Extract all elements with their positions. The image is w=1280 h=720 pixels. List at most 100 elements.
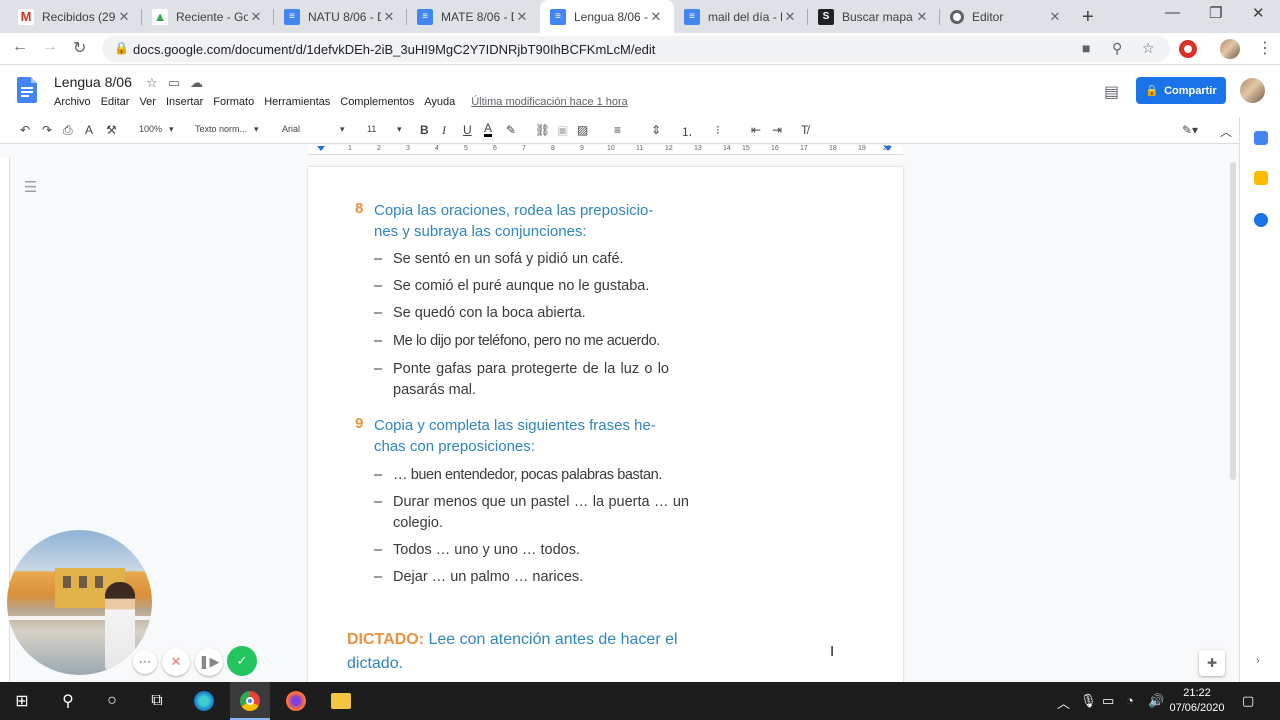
chevron-up-icon[interactable]: ︿ [1057,693,1070,712]
print-icon[interactable]: ⎙ [63,123,73,138]
tab-mate[interactable]: ≡ MATE 8/06 - D ✕ [407,0,540,33]
last-edit-link[interactable]: Última modificación hace 1 hora [471,96,628,108]
zoom-icon[interactable]: ⚲ [1112,40,1122,57]
style-select[interactable]: Texto norm... [195,124,247,134]
menu-complementos[interactable]: Complementos [340,96,414,108]
right-indent-marker[interactable] [884,146,892,151]
camera-icon[interactable]: ■ [1082,40,1090,56]
align-icon[interactable]: ≡ [614,123,621,137]
close-icon[interactable]: ✕ [116,9,132,25]
bookmark-star-icon[interactable]: ☆ [1142,40,1155,57]
close-icon[interactable]: ✕ [648,9,664,25]
account-avatar[interactable] [1240,78,1265,103]
close-icon[interactable]: ✕ [1047,9,1063,25]
italic-icon[interactable]: I [442,123,446,138]
text-color-icon[interactable]: A [484,122,493,137]
redo-icon[interactable]: ↷ [42,123,52,137]
close-icon[interactable]: ✕ [782,9,798,25]
undo-icon[interactable]: ↶ [20,123,30,137]
highlight-icon[interactable]: ✎ [506,123,516,137]
calendar-icon[interactable] [1254,131,1268,145]
finish-recording-icon[interactable]: ✓ [227,646,257,676]
system-clock[interactable]: 21:22 07/06/2020 [1166,686,1228,716]
menu-editar[interactable]: Editar [101,96,130,108]
keep-icon[interactable] [1254,171,1268,185]
cancel-recording-icon[interactable]: ✕ [162,648,190,676]
battery-icon[interactable]: ▭ [1102,693,1114,709]
back-icon[interactable]: ← [12,38,28,56]
tasks-icon[interactable] [1254,213,1268,227]
numbered-list-icon[interactable]: ⒈ [681,123,693,140]
notifications-icon[interactable]: ▢ [1242,693,1254,709]
wifi-icon[interactable]: ◔ [1126,693,1134,708]
scrollbar-thumb[interactable] [1230,162,1236,480]
star-icon[interactable]: ☆ [146,75,158,91]
edge-icon[interactable] [194,691,214,711]
forward-icon[interactable]: → [42,38,58,56]
share-button[interactable]: 🔒 Compartir [1136,77,1226,104]
docs-logo-icon[interactable] [17,77,37,103]
volume-icon[interactable]: 🔊 [1148,693,1164,709]
tab-buscar-mapa[interactable]: S Buscar mapa | ✕ [808,0,940,33]
pause-icon[interactable]: ❚▶ [195,648,223,676]
horizontal-ruler[interactable]: 1 2 3 4 5 6 7 8 9 10 11 12 13 14 15 16 1… [308,145,903,155]
new-tab-icon[interactable]: + [1082,6,1094,29]
extension-icon[interactable] [1179,40,1197,58]
cortana-icon[interactable]: ○ [102,691,122,711]
reload-icon[interactable]: ↻ [73,38,86,58]
bold-icon[interactable]: B [420,123,429,137]
menu-insertar[interactable]: Insertar [166,96,203,108]
font-size-select[interactable]: 11 [367,124,376,134]
firefox-icon[interactable] [286,691,306,711]
left-indent-marker[interactable] [317,146,325,151]
comments-icon[interactable]: ▤ [1104,82,1119,102]
windows-start-icon[interactable]: ⊞ [12,691,32,711]
decrease-indent-icon[interactable]: ⇤ [751,123,761,137]
chrome-icon[interactable] [240,691,260,711]
explore-icon[interactable]: ✚ [1199,650,1225,676]
menu-ayuda[interactable]: Ayuda [424,96,455,108]
bulleted-list-icon[interactable]: ⁝ [716,123,720,137]
search-icon[interactable]: ⚲ [58,691,78,711]
file-explorer-icon[interactable] [331,693,351,709]
insert-image-icon[interactable]: ▨ [577,123,588,137]
menu-archivo[interactable]: Archivo [54,96,91,108]
paint-format-icon[interactable]: ⚒ [106,123,117,137]
menu-ver[interactable]: Ver [139,96,156,108]
task-view-icon[interactable]: ⧉ [147,691,167,711]
webcam-bubble[interactable] [7,530,152,675]
document-title[interactable]: Lengua 8/06 [54,74,132,90]
move-folder-icon[interactable]: ▭ [168,75,180,91]
editing-mode-icon[interactable]: ✎▾ [1182,123,1198,137]
tab-lengua[interactable]: ≡ Lengua 8/06 - ✕ [540,0,674,33]
tab-gmail[interactable]: M Recibidos (29 ✕ [8,0,142,33]
clear-formatting-icon[interactable]: T̸ [801,123,808,137]
menu-herramientas[interactable]: Herramientas [264,96,330,108]
close-icon[interactable]: ✕ [514,9,530,25]
address-bar[interactable]: 🔒 docs.google.com/document/d/1defvkDEh-2… [102,36,1170,62]
underline-icon[interactable]: U [463,123,472,137]
vertical-scrollbar[interactable] [1228,156,1238,682]
tab-mail-del-dia[interactable]: ≡ mail del día - D ✕ [674,0,808,33]
font-select[interactable]: Arial [282,124,300,134]
more-options-icon[interactable]: ⋯ [133,650,157,674]
tab-natu[interactable]: ≡ NATU 8/06 - D ✕ [274,0,407,33]
profile-avatar[interactable] [1220,39,1240,59]
menu-formato[interactable]: Formato [213,96,254,108]
tab-drive[interactable]: ▲ Reciente - Goo ✕ [142,0,274,33]
browser-menu-icon[interactable]: ⋮ [1257,38,1273,58]
tab-editor[interactable]: Editor ✕ [940,0,1073,33]
chevron-right-icon[interactable]: › [1256,655,1260,667]
close-icon[interactable]: ✕ [248,9,264,25]
insert-comment-icon[interactable]: ▣ [557,123,568,137]
url-text[interactable]: docs.google.com/document/d/1defvkDEh-2iB… [133,42,655,57]
document-outline-icon[interactable]: ☰ [24,178,37,196]
collapse-menu-icon[interactable]: ︿ [1220,123,1232,140]
link-icon[interactable]: ⛓ [535,123,550,137]
window-close-icon[interactable]: ✕ [1252,4,1265,22]
cloud-saved-icon[interactable]: ☁ [190,75,203,91]
close-icon[interactable]: ✕ [914,9,930,25]
zoom-select[interactable]: 100% [139,124,162,134]
increase-indent-icon[interactable]: ⇥ [772,123,782,137]
spellcheck-icon[interactable]: A [85,123,93,137]
